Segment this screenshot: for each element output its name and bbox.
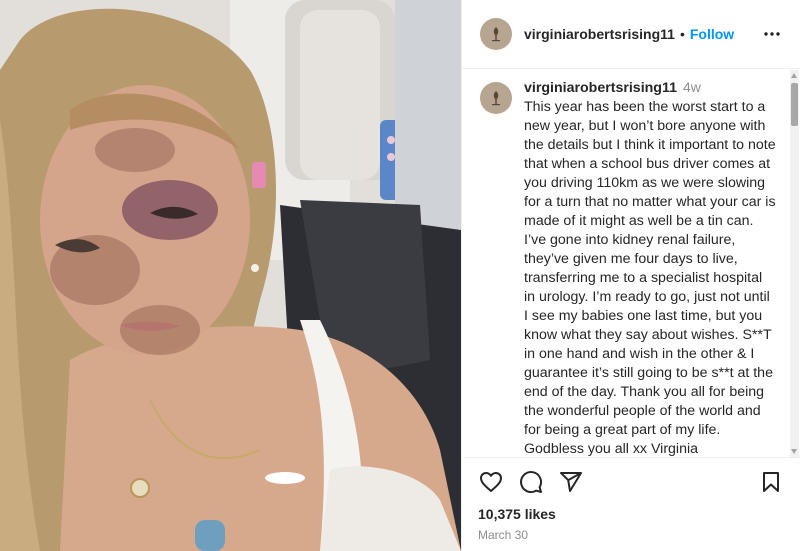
post-sidebar: virginiarobertsrising11 • Follow virgini… <box>461 0 800 551</box>
avatar-logo-icon <box>492 91 500 106</box>
heart-icon[interactable] <box>478 469 504 495</box>
bookmark-icon[interactable] <box>758 469 784 495</box>
instagram-post-window: virginiarobertsrising11 • Follow virgini… <box>0 0 800 551</box>
post-caption: virginiarobertsrising11 4w This year has … <box>462 70 800 457</box>
post-date[interactable]: March 30 <box>478 528 784 542</box>
scroll-up-arrow[interactable] <box>791 73 797 78</box>
caption-body: This year has been the worst start to a … <box>524 99 776 457</box>
comments-area[interactable]: virginiarobertsrising11 4w This year has … <box>462 70 800 457</box>
action-icons <box>478 470 784 494</box>
caption-username[interactable]: virginiarobertsrising11 <box>524 80 677 96</box>
more-options-icon[interactable] <box>760 22 784 46</box>
photo-illustration <box>0 0 461 551</box>
likes-count[interactable]: 10,375 likes <box>478 506 784 522</box>
scroll-thumb[interactable] <box>791 83 798 126</box>
profile-avatar[interactable] <box>480 18 512 50</box>
avatar-logo-icon <box>492 27 500 42</box>
post-photo[interactable] <box>0 0 461 551</box>
comment-icon[interactable] <box>518 469 544 495</box>
caption-avatar[interactable] <box>480 82 512 114</box>
scroll-down-arrow[interactable] <box>791 449 797 454</box>
caption-text-block: virginiarobertsrising11 4w This year has … <box>524 78 776 457</box>
post-header: virginiarobertsrising11 • Follow <box>462 0 800 69</box>
scrollbar[interactable] <box>790 70 799 457</box>
header-username[interactable]: virginiarobertsrising11 <box>524 26 675 42</box>
separator-dot: • <box>679 26 685 42</box>
follow-button[interactable]: Follow <box>690 26 734 42</box>
paper-plane-icon[interactable] <box>558 469 584 495</box>
post-age[interactable]: 4w <box>683 79 701 95</box>
action-bar: 10,375 likes March 30 <box>462 457 800 542</box>
